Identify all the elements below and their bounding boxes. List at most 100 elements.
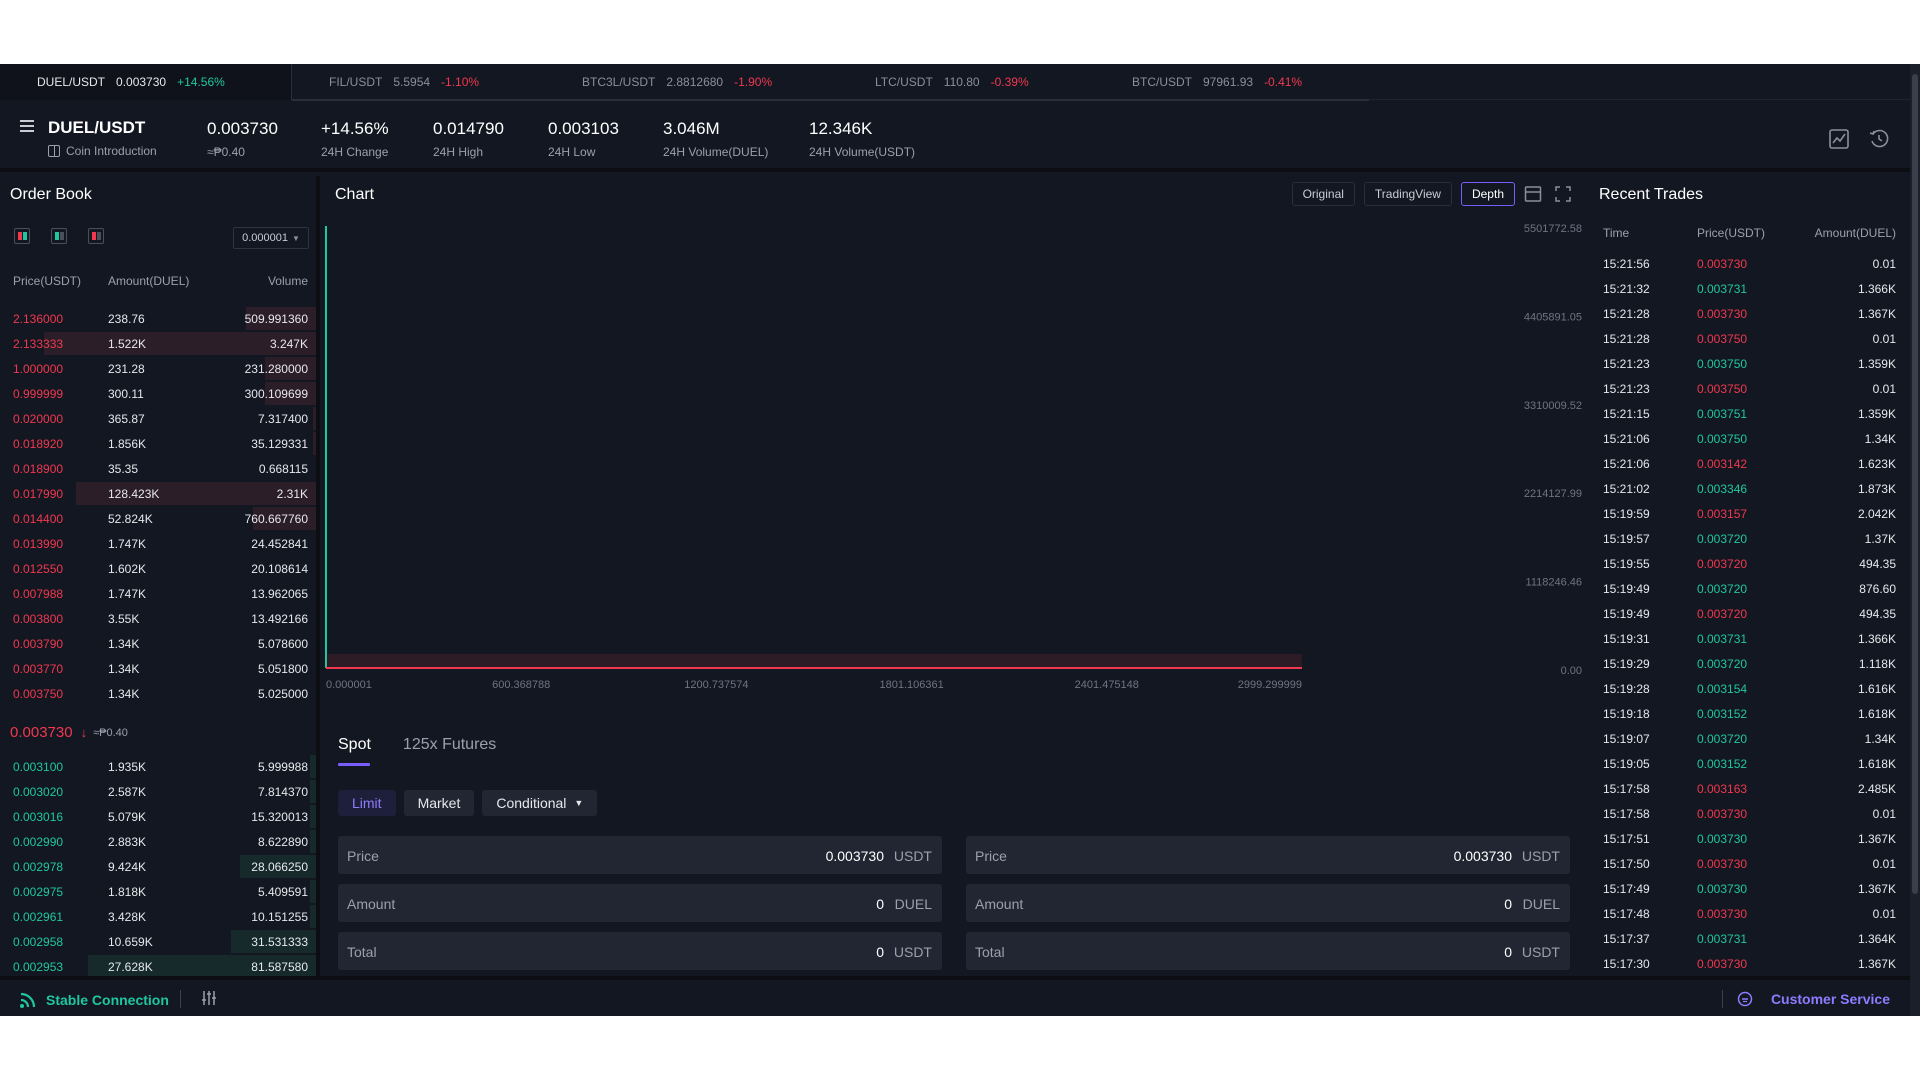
trade-amount: 0.01 [1872, 857, 1896, 871]
bid-row[interactable]: 0.003016 5.079K 15.320013 [0, 804, 316, 829]
trade-amount: 1.618K [1857, 707, 1896, 721]
y-tick-label: 4405891.05 [1524, 311, 1582, 323]
ask-row[interactable]: 0.017990 128.423K 2.31K [0, 481, 316, 506]
ask-row[interactable]: 0.003790 1.34K 5.078600 [0, 631, 316, 656]
candle-chart-icon[interactable] [1828, 128, 1850, 150]
ask-row[interactable]: 0.014400 52.824K 760.667760 [0, 506, 316, 531]
book-icon [48, 145, 60, 157]
ask-row[interactable]: 0.007988 1.747K 13.962065 [0, 581, 316, 606]
tab-spot[interactable]: Spot [338, 736, 371, 766]
ticker-current-pair[interactable]: DUEL/USDT 0.003730 +14.56% [0, 64, 292, 100]
buy-amount-field[interactable]: Amount 0 DUEL [338, 884, 942, 922]
last-price-approx: ≈₱0.40 [207, 145, 245, 159]
ticker-item[interactable]: BTC/USDT 97961.93 -0.41% [1132, 75, 1302, 89]
ticker-item[interactable]: FIL/USDT 5.5954 -1.10% [329, 75, 479, 89]
menu-icon[interactable] [20, 120, 34, 132]
ask-amount: 35.35 [108, 462, 139, 476]
coin-introduction-link[interactable]: Coin Introduction [48, 144, 157, 158]
trade-price: 0.003730 [1697, 307, 1748, 321]
bids-only-view-icon[interactable] [51, 228, 67, 244]
chart-tool-tradingview[interactable]: TradingView [1363, 182, 1452, 206]
stat-value: +14.56% [321, 119, 389, 138]
sell-price-field[interactable]: Price 0.003730 USDT [966, 836, 1570, 874]
ticker-item[interactable]: LTC/USDT 110.80 -0.39% [875, 75, 1029, 89]
pair-title[interactable]: DUEL/USDT [48, 118, 145, 138]
precision-select[interactable]: 0.000001 ▼ [233, 227, 309, 249]
ask-volume: 760.667760 [244, 512, 308, 526]
fullscreen-icon[interactable] [1554, 185, 1572, 203]
x-tick-label: 2401.475148 [1075, 679, 1139, 691]
chart-tool-depth[interactable]: Depth [1460, 182, 1515, 206]
trade-row: 15:21:56 0.003730 0.01 [1588, 254, 1910, 279]
ask-row[interactable]: 2.136000 238.76 509.991360 [0, 306, 316, 331]
mid-price[interactable]: 0.003730 ↓ ≈₱0.40 [10, 724, 128, 741]
trade-amount: 1.34K [1864, 432, 1896, 446]
ticker-symbol: BTC/USDT [1132, 75, 1192, 89]
bid-row[interactable]: 0.002978 9.424K 28.066250 [0, 854, 316, 879]
buy-total-field[interactable]: Total 0 USDT [338, 932, 942, 970]
ask-row[interactable]: 0.003770 1.34K 5.051800 [0, 656, 316, 681]
ask-row[interactable]: 0.999999 300.11 300.109699 [0, 381, 316, 406]
buy-price-field[interactable]: Price 0.003730 USDT [338, 836, 942, 874]
ask-row[interactable]: 0.018920 1.856K 35.129331 [0, 431, 316, 456]
asks-only-view-icon[interactable] [88, 228, 104, 244]
tab-futures[interactable]: 125x Futures [403, 736, 496, 766]
precision-value: 0.000001 [242, 232, 288, 244]
both-sides-view-icon[interactable] [14, 228, 30, 244]
col-time: Time [1603, 226, 1630, 240]
bid-row[interactable]: 0.002958 10.659K 31.531333 [0, 929, 316, 954]
sell-total-field[interactable]: Total 0 USDT [966, 932, 1570, 970]
trade-amount: 1.616K [1857, 682, 1896, 696]
ticker-change: -0.41% [1264, 75, 1303, 89]
bid-price: 0.002975 [13, 885, 64, 899]
trade-price: 0.003750 [1697, 432, 1748, 446]
history-icon[interactable] [1868, 128, 1890, 150]
bid-row[interactable]: 0.002975 1.818K 5.409591 [0, 879, 316, 904]
customer-service-link[interactable]: Customer Service [1737, 991, 1890, 1007]
ask-row[interactable]: 0.003750 1.34K 5.025000 [0, 681, 316, 706]
ask-price: 0.003790 [13, 637, 64, 651]
ask-row[interactable]: 0.020000 365.87 7.317400 [0, 406, 316, 431]
scrollbar-thumb[interactable] [1912, 74, 1918, 894]
sliders-icon[interactable] [200, 989, 218, 1007]
bid-volume: 28.066250 [251, 860, 308, 874]
customer-service-label: Customer Service [1770, 991, 1890, 1007]
depth-bar [312, 407, 316, 430]
bid-volume: 31.531333 [251, 935, 308, 949]
ask-row[interactable]: 0.012550 1.602K 20.108614 [0, 556, 316, 581]
ask-price: 0.017990 [13, 487, 64, 501]
depth-chart[interactable]: 5501772.58 4405891.05 3310009.52 2214127.99… [324, 214, 1584, 722]
bid-row[interactable]: 0.003020 2.587K 7.814370 [0, 779, 316, 804]
ticker-price: 97961.93 [1203, 75, 1254, 89]
ticker-symbol: LTC/USDT [875, 75, 933, 89]
chart-tool-original[interactable]: Original [1291, 182, 1355, 206]
recent-trades-list: 15:21:56 0.003730 0.01 15:21:32 0.003731 1.36… [1588, 254, 1910, 979]
trade-row: 15:19:31 0.003731 1.366K [1588, 629, 1910, 654]
connection-status[interactable]: Stable Connection [19, 991, 169, 1009]
bid-row[interactable]: 0.002990 2.883K 8.622890 [0, 829, 316, 854]
ticker-item[interactable]: BTC3L/USDT 2.8812680 -1.90% [582, 75, 772, 89]
page-scrollbar[interactable] [1910, 64, 1920, 1016]
order-type-conditional[interactable]: Conditional ▼ [482, 790, 598, 816]
trade-price: 0.003750 [1697, 382, 1748, 396]
trade-row: 15:21:23 0.003750 0.01 [1588, 379, 1910, 404]
bid-row[interactable]: 0.003100 1.935K 5.999988 [0, 754, 316, 779]
trade-price: 0.003730 [1697, 857, 1748, 871]
bid-row[interactable]: 0.002961 3.428K 10.151255 [0, 904, 316, 929]
trade-amount: 1.359K [1857, 357, 1896, 371]
ask-price: 0.018920 [13, 437, 64, 451]
ask-row[interactable]: 0.003800 3.55K 13.492166 [0, 606, 316, 631]
order-type-limit[interactable]: Limit [338, 790, 396, 816]
chat-icon [1737, 991, 1753, 1007]
ask-row[interactable]: 0.018900 35.35 0.668115 [0, 456, 316, 481]
ask-row[interactable]: 0.013990 1.747K 24.452841 [0, 531, 316, 556]
ask-volume: 5.051800 [257, 662, 308, 676]
order-type-market[interactable]: Market [403, 790, 475, 816]
ask-row[interactable]: 1.000000 231.28 231.280000 [0, 356, 316, 381]
layout-icon[interactable] [1524, 185, 1542, 203]
ask-row[interactable]: 2.133333 1.522K 3.247K [0, 331, 316, 356]
ask-amount: 1.34K [108, 662, 140, 676]
ask-amount: 300.11 [108, 387, 144, 401]
sell-amount-field[interactable]: Amount 0 DUEL [966, 884, 1570, 922]
trade-row: 15:19:05 0.003152 1.618K [1588, 754, 1910, 779]
